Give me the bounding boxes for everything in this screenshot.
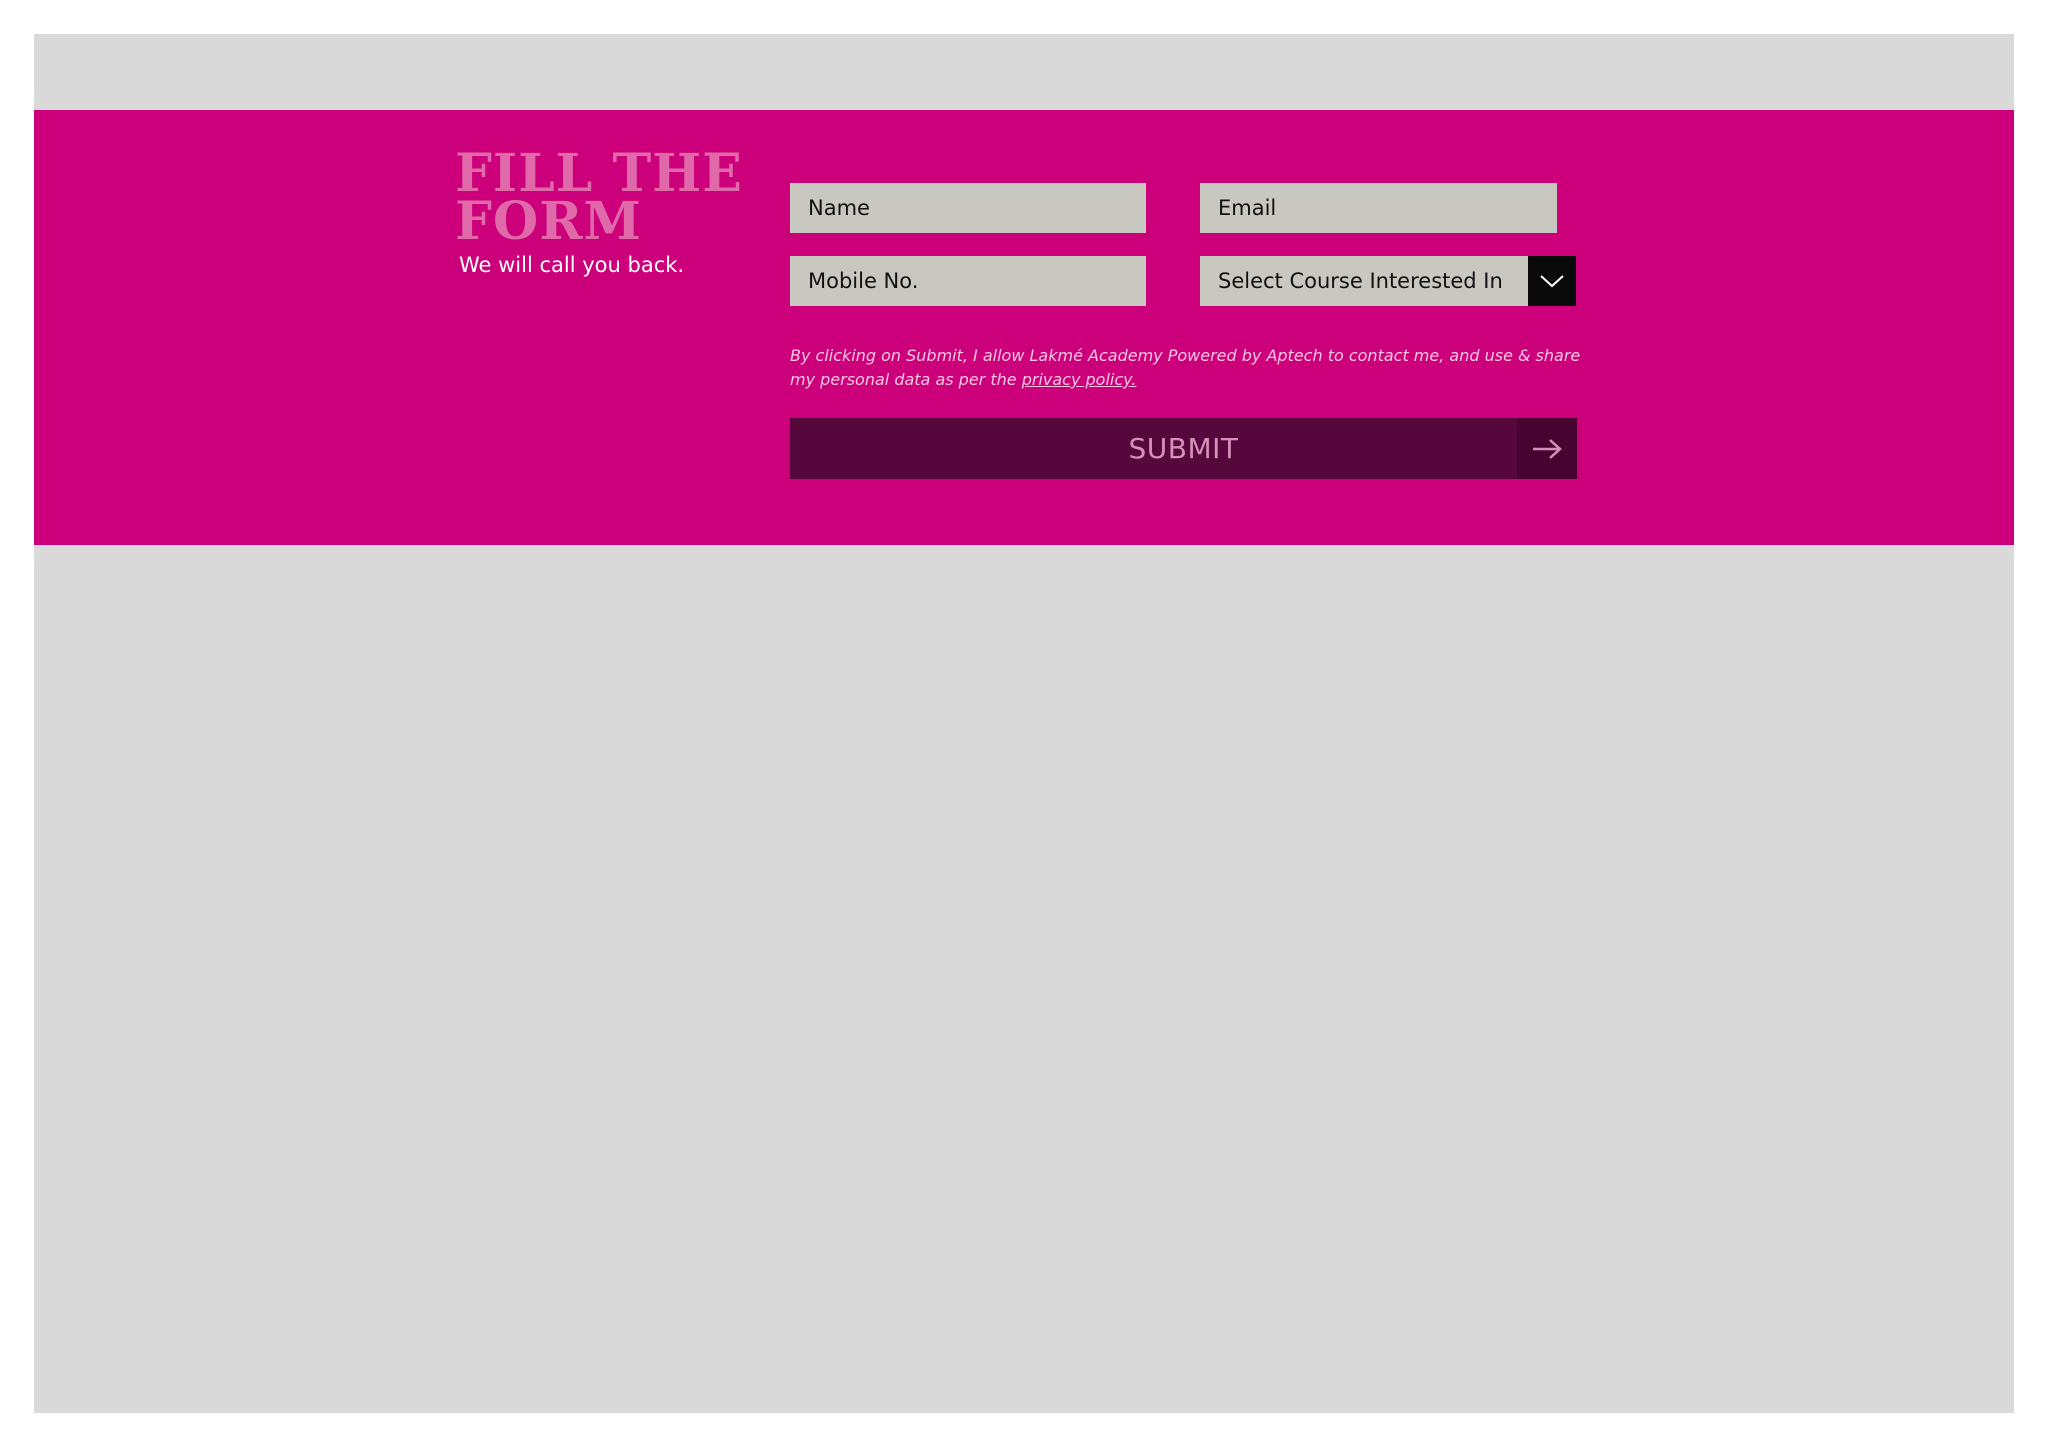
chevron-down-icon[interactable] — [1528, 256, 1576, 306]
submit-label: SUBMIT — [1128, 432, 1239, 465]
enquiry-form-section: FILL THE FORM We will call you back. Sel… — [34, 110, 2014, 545]
course-select-value: Select Course Interested In — [1200, 256, 1528, 306]
consent-text: By clicking on Submit, I allow Lakmé Aca… — [790, 344, 1590, 392]
consent-message: By clicking on Submit, I allow Lakmé Aca… — [790, 346, 1581, 389]
course-select[interactable]: Select Course Interested In — [1200, 256, 1576, 306]
privacy-policy-link[interactable]: privacy policy. — [1022, 370, 1137, 389]
arrow-right-icon — [1517, 418, 1577, 479]
form-subheading: We will call you back. — [459, 253, 685, 277]
email-input[interactable] — [1200, 183, 1557, 233]
page-canvas: FILL THE FORM We will call you back. Sel… — [34, 34, 2014, 1413]
submit-button[interactable]: SUBMIT — [790, 418, 1577, 479]
form-heading: FILL THE FORM — [455, 143, 743, 252]
mobile-input[interactable] — [790, 256, 1146, 306]
name-input[interactable] — [790, 183, 1146, 233]
